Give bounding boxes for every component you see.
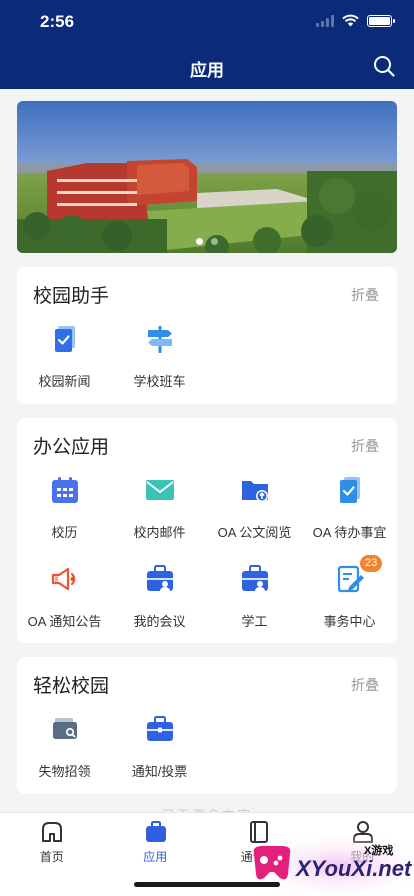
cellular-signal-icon <box>316 14 334 27</box>
status-time: 2:56 <box>40 12 75 31</box>
app-label: 校历 <box>51 525 78 540</box>
status-icons <box>316 14 395 27</box>
section-office-apps: 办公应用 折叠 校历 校内邮件 OA 公文阅览 OA 待办事宜 OA 通知公告 … <box>17 418 397 643</box>
app-label: OA 通知公告 <box>27 614 102 629</box>
banner-dot-2[interactable] <box>211 238 218 245</box>
tab-label: 应用 <box>143 850 168 864</box>
app-label: 校园新闻 <box>38 374 91 389</box>
section-easy-campus: 轻松校园 折叠 失物招领 通知/投票 <box>17 657 397 794</box>
app-campus-news[interactable]: 校园新闻 <box>17 323 112 398</box>
app-label: 我的会议 <box>133 614 186 629</box>
banner-pagination[interactable] <box>17 238 397 245</box>
section-title: 校园助手 <box>33 286 110 307</box>
section-campus-assistant: 校园助手 折叠 校园新闻 学校班车 <box>17 267 397 404</box>
watermark-brand: XYouXi.net <box>296 856 412 881</box>
student-briefcase-icon <box>242 565 268 591</box>
app-header: 2:56 应用 <box>0 0 414 89</box>
fold-button[interactable]: 折叠 <box>351 436 379 456</box>
home-indicator <box>134 882 280 887</box>
search-icon[interactable] <box>372 54 396 78</box>
home-icon <box>42 822 62 842</box>
campus-banner[interactable] <box>17 101 397 253</box>
signpost-icon <box>148 326 172 353</box>
tab-label: 首页 <box>39 850 64 864</box>
calendar-icon <box>52 477 78 503</box>
mail-icon <box>146 480 174 500</box>
meeting-briefcase-icon <box>147 565 173 591</box>
page-title: 应用 <box>190 61 224 80</box>
campus-photo <box>17 101 397 253</box>
app-label: OA 公文阅览 <box>217 525 292 540</box>
app-label: 通知/投票 <box>131 764 188 779</box>
app-school-bus[interactable]: 学校班车 <box>112 323 207 398</box>
section-title: 办公应用 <box>33 437 110 458</box>
app-student-affairs[interactable]: 学工 <box>207 563 302 638</box>
wifi-icon <box>342 14 359 27</box>
folder-upload-icon <box>242 481 268 502</box>
banner-dot-1[interactable] <box>196 238 203 245</box>
section-title: 轻松校园 <box>33 676 110 697</box>
battery-icon <box>367 14 395 27</box>
app-label: 学校班车 <box>133 374 186 389</box>
apps-briefcase-icon <box>145 821 166 842</box>
app-notice-vote[interactable]: 通知/投票 <box>112 713 207 788</box>
app-label: 校内邮件 <box>133 525 186 540</box>
briefcase-icon <box>147 716 173 741</box>
news-doc-icon <box>55 326 75 352</box>
todo-doc-icon <box>340 477 360 503</box>
fold-button[interactable]: 折叠 <box>351 285 379 305</box>
wallet-search-icon <box>53 718 77 739</box>
notification-badge: 23 <box>360 555 383 572</box>
app-label: OA 待办事宜 <box>312 525 387 540</box>
app-label: 学工 <box>241 614 268 629</box>
app-service-center[interactable]: 23 事务中心 <box>302 555 397 638</box>
app-oa-notice[interactable]: OA 通知公告 <box>17 563 112 638</box>
tab-home[interactable]: 首页 <box>0 813 104 873</box>
app-lost-and-found[interactable]: 失物招领 <box>17 713 112 788</box>
site-watermark: X游戏 XYouXi.net <box>248 836 414 896</box>
app-internal-mail[interactable]: 校内邮件 <box>112 474 207 549</box>
tab-apps[interactable]: 应用 <box>104 813 208 873</box>
app-school-calendar[interactable]: 校历 <box>17 474 112 549</box>
megaphone-icon <box>51 567 76 591</box>
app-my-meetings[interactable]: 我的会议 <box>112 563 207 638</box>
fold-button[interactable]: 折叠 <box>351 675 379 695</box>
status-bar: 2:56 <box>0 0 414 44</box>
app-label: 失物招领 <box>38 764 91 779</box>
app-oa-todo[interactable]: OA 待办事宜 <box>302 474 397 549</box>
app-oa-documents[interactable]: OA 公文阅览 <box>207 474 302 549</box>
app-label: 事务中心 <box>323 614 376 629</box>
